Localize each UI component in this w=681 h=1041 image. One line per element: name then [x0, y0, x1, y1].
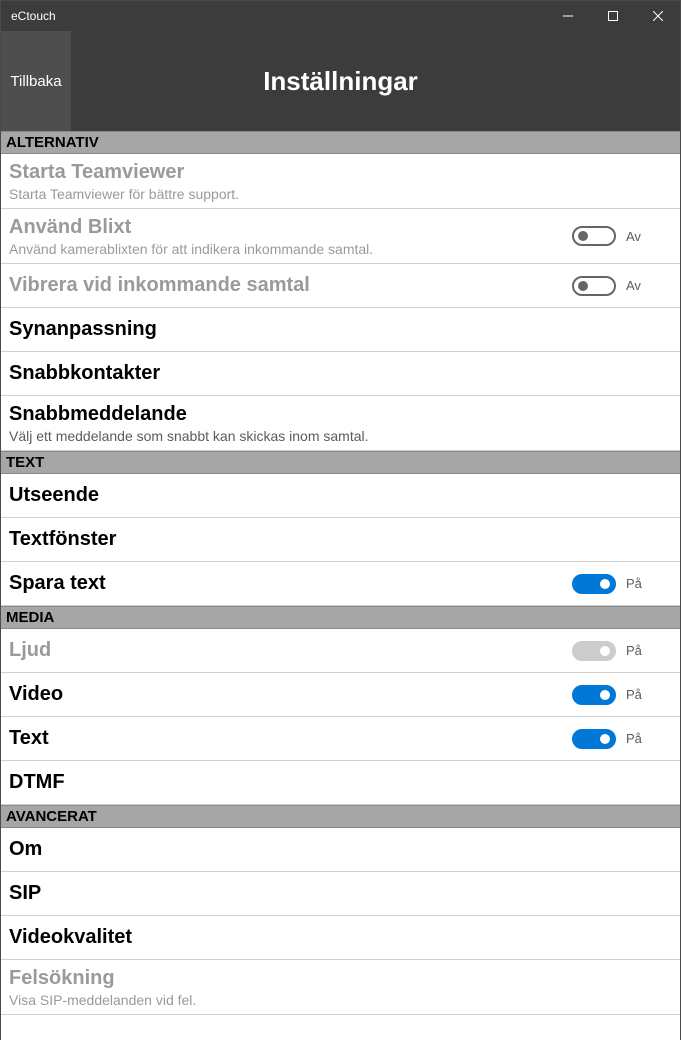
window-controls — [545, 1, 680, 31]
maximize-button[interactable] — [590, 1, 635, 31]
row-title: Vibrera vid inkommande samtal — [9, 273, 572, 298]
toggle-spara-text[interactable] — [572, 574, 616, 594]
row-sub: Använd kamerablixten för att indikera in… — [9, 241, 572, 257]
row-sub: Välj ett meddelande som snabbt kan skick… — [9, 428, 672, 444]
toggle-label: Av — [626, 278, 641, 293]
row-synanpassning[interactable]: Synanpassning — [1, 308, 680, 352]
row-ljud[interactable]: Ljud På — [1, 629, 680, 673]
toggle-label: På — [626, 576, 642, 591]
row-title: Synanpassning — [9, 317, 672, 342]
row-textfonster[interactable]: Textfönster — [1, 518, 680, 562]
titlebar: eCtouch — [1, 1, 680, 31]
back-button[interactable]: Tillbaka — [1, 31, 71, 131]
row-title: Spara text — [9, 571, 572, 596]
app-header: Tillbaka Inställningar — [1, 31, 680, 131]
row-videokvalitet[interactable]: Videokvalitet — [1, 916, 680, 960]
row-starta-teamviewer[interactable]: Starta Teamviewer Starta Teamviewer för … — [1, 154, 680, 209]
window-title: eCtouch — [11, 9, 545, 23]
row-anvand-blixt[interactable]: Använd Blixt Använd kamerablixten för at… — [1, 209, 680, 264]
row-title: Använd Blixt — [9, 215, 572, 240]
toggle-label: På — [626, 643, 642, 658]
row-om[interactable]: Om — [1, 828, 680, 872]
settings-list[interactable]: ALTERNATIV Starta Teamviewer Starta Team… — [1, 131, 680, 1041]
row-title: Video — [9, 682, 572, 707]
row-title: Ljud — [9, 638, 572, 663]
page-title: Inställningar — [1, 66, 680, 97]
section-header-avancerat: AVANCERAT — [1, 805, 680, 828]
section-header-alternativ: ALTERNATIV — [1, 131, 680, 154]
row-sub: Starta Teamviewer för bättre support. — [9, 186, 672, 202]
toggle-ljud — [572, 641, 616, 661]
close-button[interactable] — [635, 1, 680, 31]
minimize-button[interactable] — [545, 1, 590, 31]
row-vibrera[interactable]: Vibrera vid inkommande samtal Av — [1, 264, 680, 308]
back-button-label: Tillbaka — [10, 73, 61, 90]
row-title: Om — [9, 837, 672, 862]
row-title: Snabbmeddelande — [9, 402, 672, 427]
row-title: SIP — [9, 881, 672, 906]
row-utseende[interactable]: Utseende — [1, 474, 680, 518]
row-title: Utseende — [9, 483, 672, 508]
row-title: Text — [9, 726, 572, 751]
section-header-media: MEDIA — [1, 606, 680, 629]
row-title: Snabbkontakter — [9, 361, 672, 386]
toggle-video[interactable] — [572, 685, 616, 705]
row-dtmf[interactable]: DTMF — [1, 761, 680, 805]
row-snabbkontakter[interactable]: Snabbkontakter — [1, 352, 680, 396]
row-text-media[interactable]: Text På — [1, 717, 680, 761]
toggle-label: På — [626, 687, 642, 702]
row-spara-text[interactable]: Spara text På — [1, 562, 680, 606]
section-header-text: TEXT — [1, 451, 680, 474]
row-title: Videokvalitet — [9, 925, 672, 950]
row-felsokning[interactable]: Felsökning Visa SIP-meddelanden vid fel. — [1, 960, 680, 1015]
row-snabbmeddelande[interactable]: Snabbmeddelande Välj ett meddelande som … — [1, 396, 680, 451]
row-title: Starta Teamviewer — [9, 160, 672, 185]
row-title: Textfönster — [9, 527, 672, 552]
row-title: Felsökning — [9, 966, 672, 991]
toggle-blixt[interactable] — [572, 226, 616, 246]
row-sip[interactable]: SIP — [1, 872, 680, 916]
row-video[interactable]: Video På — [1, 673, 680, 717]
row-sub: Visa SIP-meddelanden vid fel. — [9, 992, 672, 1008]
toggle-text-media[interactable] — [572, 729, 616, 749]
toggle-label: Av — [626, 229, 641, 244]
toggle-label: På — [626, 731, 642, 746]
row-title: DTMF — [9, 770, 672, 795]
toggle-vibrera[interactable] — [572, 276, 616, 296]
